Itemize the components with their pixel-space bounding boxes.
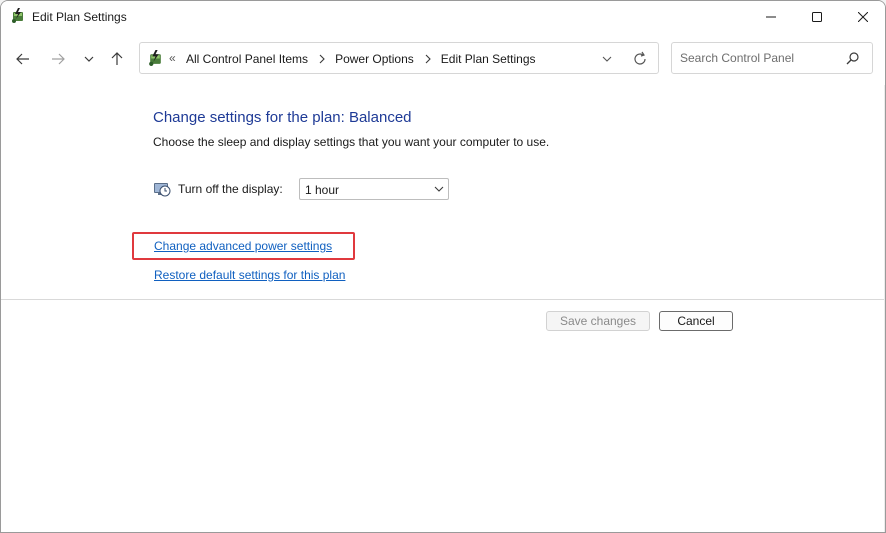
- content-area: Change settings for the plan: Balanced C…: [1, 85, 885, 532]
- change-advanced-power-settings-link[interactable]: Change advanced power settings: [154, 239, 332, 253]
- back-button[interactable]: [10, 46, 36, 72]
- turn-off-display-label: Turn off the display:: [178, 182, 283, 196]
- chevron-down-icon[interactable]: [600, 52, 614, 66]
- address-overflow-icon[interactable]: «: [169, 51, 176, 65]
- maximize-icon: [812, 12, 822, 22]
- power-options-icon: [12, 8, 23, 23]
- page-description: Choose the sleep and display settings th…: [153, 135, 550, 149]
- edit-plan-settings-window: Edit Plan Settings « All Control Panel I…: [0, 0, 886, 533]
- display-timer-icon: [154, 183, 171, 197]
- window-edge: [884, 85, 885, 532]
- restore-default-settings-link[interactable]: Restore default settings for this plan: [154, 268, 345, 282]
- chevron-right-icon[interactable]: [318, 54, 326, 64]
- chevron-right-icon[interactable]: [424, 54, 432, 64]
- search-input[interactable]: [680, 51, 840, 65]
- recent-locations-button[interactable]: [76, 46, 102, 72]
- search-icon[interactable]: [846, 51, 860, 65]
- navigation-toolbar: « All Control Panel Items Power Options …: [1, 33, 885, 85]
- chevron-down-icon: [84, 56, 94, 62]
- address-bar[interactable]: « All Control Panel Items Power Options …: [139, 42, 659, 74]
- refresh-icon[interactable]: [632, 51, 648, 67]
- breadcrumb-edit-plan-settings[interactable]: Edit Plan Settings: [441, 52, 536, 66]
- cancel-button[interactable]: Cancel: [659, 311, 733, 331]
- forward-button[interactable]: [45, 46, 71, 72]
- minimize-icon: [766, 16, 776, 18]
- breadcrumb: All Control Panel Items Power Options Ed…: [186, 52, 536, 66]
- turn-off-display-value: 1 hour: [305, 183, 340, 197]
- page-title: Change settings for the plan: Balanced: [153, 109, 412, 126]
- turn-off-display-select[interactable]: 1 hour: [299, 178, 449, 200]
- up-button[interactable]: [104, 46, 130, 72]
- divider: [1, 299, 885, 300]
- breadcrumb-power-options[interactable]: Power Options: [335, 52, 414, 66]
- window-title: Edit Plan Settings: [32, 10, 127, 24]
- breadcrumb-all-control-panel-items[interactable]: All Control Panel Items: [186, 52, 308, 66]
- close-button[interactable]: [840, 1, 885, 33]
- close-icon: [858, 12, 868, 22]
- save-changes-button[interactable]: Save changes: [546, 311, 650, 331]
- arrow-up-icon: [111, 52, 123, 65]
- title-bar: Edit Plan Settings: [1, 1, 885, 33]
- arrow-left-icon: [16, 53, 29, 65]
- chevron-down-icon: [434, 186, 444, 192]
- search-box[interactable]: [671, 42, 873, 74]
- minimize-button[interactable]: [748, 1, 794, 33]
- maximize-button[interactable]: [794, 1, 840, 33]
- arrow-right-icon: [52, 53, 65, 65]
- power-options-icon: [149, 50, 161, 66]
